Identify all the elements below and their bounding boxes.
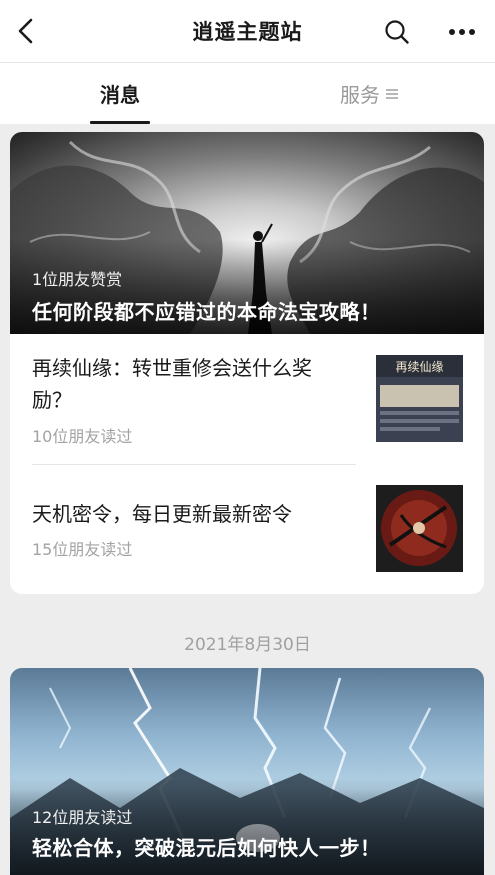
thumbnail-caption: 再续仙缘 xyxy=(395,360,444,374)
page-title: 逍遥主题站 xyxy=(192,20,303,44)
tab-services-label: 服务 xyxy=(340,83,380,107)
article-title: 天机密令，每日更新最新密令 xyxy=(32,502,292,526)
article-item[interactable]: 再续仙缘：转世重修会送什么奖励？ 10位朋友读过 再续仙缘 xyxy=(10,342,484,462)
tab-services[interactable]: 服务 xyxy=(340,63,398,124)
article-title: 再续仙缘：转世重修会送什么奖励？ xyxy=(32,356,312,412)
top-nav-bar: 逍遥主题站 xyxy=(0,0,495,62)
featured-meta: 1位朋友赞赏 xyxy=(32,270,123,289)
tab-messages[interactable]: 消息 xyxy=(90,63,150,124)
article-read-count: 10位朋友读过 xyxy=(32,427,133,446)
search-button[interactable] xyxy=(381,16,413,48)
menu-lines-icon xyxy=(386,88,398,100)
article-group-card: 1位朋友赞赏 任何阶段都不应错过的本命法宝攻略！ 再续仙缘：转世重修会送什么奖励… xyxy=(10,132,484,594)
article-read-count: 15位朋友读过 xyxy=(32,540,133,559)
featured-title: 任何阶段都不应错过的本命法宝攻略！ xyxy=(32,300,381,324)
article-thumbnail: 再续仙缘 xyxy=(376,355,463,442)
featured-title: 轻松合体，突破混元后如何快人一步！ xyxy=(32,836,381,860)
article-item[interactable]: 天机密令，每日更新最新密令 15位朋友读过 xyxy=(10,470,484,590)
date-separator: 2021年8月30日 xyxy=(184,635,311,655)
active-tab-indicator xyxy=(90,121,150,124)
more-dots-icon xyxy=(449,29,475,35)
article-thumbnail xyxy=(376,485,463,572)
back-button[interactable] xyxy=(10,15,42,47)
featured-article[interactable]: 12位朋友读过 轻松合体，突破混元后如何快人一步！ xyxy=(10,668,484,875)
divider xyxy=(32,464,356,465)
featured-article[interactable]: 1位朋友赞赏 任何阶段都不应错过的本命法宝攻略！ xyxy=(10,132,484,334)
tab-bar: 消息 服务 xyxy=(0,62,495,124)
more-button[interactable] xyxy=(442,16,482,48)
search-icon xyxy=(385,20,409,44)
back-chevron-icon xyxy=(18,18,33,44)
featured-meta: 12位朋友读过 xyxy=(32,808,133,827)
